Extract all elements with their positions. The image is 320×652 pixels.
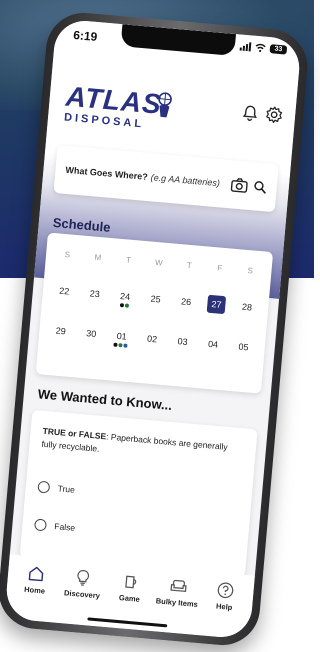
- day-number: 25: [150, 293, 162, 305]
- pickup-dot-green: [118, 343, 124, 348]
- weekday-label: M: [94, 252, 102, 263]
- calendar-day[interactable]: 24: [109, 290, 141, 309]
- quiz-question: TRUE or FALSE: Paperback books are gener…: [41, 425, 244, 469]
- weekday-label: T: [186, 260, 193, 271]
- status-time: 6:19: [72, 27, 98, 45]
- tab-help[interactable]: Help: [200, 579, 249, 639]
- pickup-dot-black: [119, 303, 125, 308]
- couch-icon: [170, 579, 187, 592]
- calendar-week-1: 22 23 24 25 26 27 28: [48, 285, 263, 320]
- quiz-option-label: True: [57, 483, 76, 495]
- pickup-dots: [106, 342, 137, 349]
- day-number: 26: [180, 296, 192, 308]
- pickup-dots: [109, 302, 140, 309]
- day-number: 03: [177, 336, 189, 348]
- calendar-day[interactable]: 05: [227, 341, 259, 360]
- weekday-label: T: [125, 255, 132, 265]
- day-number: 29: [55, 325, 67, 337]
- weekday-label: F: [216, 263, 223, 273]
- quiz-option-label: False: [54, 521, 76, 533]
- calendar-day[interactable]: 22: [48, 285, 80, 304]
- atlas-figure-icon: [158, 92, 172, 118]
- search-label: What Goes Where?: [65, 164, 149, 182]
- help-icon: [217, 582, 234, 599]
- day-number: 02: [146, 333, 158, 345]
- game-icon: [125, 575, 137, 589]
- gear-icon[interactable]: [264, 105, 284, 125]
- calendar-day[interactable]: 26: [170, 295, 202, 314]
- quiz-option-true[interactable]: True: [37, 480, 76, 496]
- quiz-section-title: We Wanted to Know...: [37, 386, 173, 413]
- pickup-dot-blue: [123, 343, 129, 348]
- quiz-card: TRUE or FALSE: Paperback books are gener…: [19, 409, 258, 577]
- calendar-week-2: 29 30 01 02 03 04 05: [45, 325, 260, 360]
- phone-mockup: 6:19 33 ATLAS DISPOSAL What Goes Where? …: [0, 9, 311, 649]
- calendar-day[interactable]: 04: [197, 338, 229, 357]
- weekday-label: S: [247, 266, 254, 276]
- search-placeholder: (e.g AA batteries): [150, 172, 221, 189]
- day-number: 22: [58, 285, 70, 297]
- calendar-day[interactable]: 01: [106, 330, 138, 349]
- camera-icon[interactable]: [230, 177, 248, 193]
- radio-button[interactable]: [33, 518, 47, 532]
- pickup-dot-green: [124, 303, 130, 308]
- day-number: 24: [119, 291, 131, 302]
- day-number: 30: [85, 328, 97, 340]
- tab-label: Home: [23, 584, 46, 596]
- radio-button[interactable]: [37, 480, 51, 494]
- tab-label: Game: [118, 593, 141, 604]
- day-number: 05: [238, 341, 249, 353]
- calendar-day[interactable]: 30: [75, 327, 107, 346]
- weekday-label: W: [154, 257, 163, 268]
- calendar-day-selected[interactable]: 27: [200, 294, 232, 317]
- tab-label: Bulky Items: [155, 596, 199, 609]
- tab-home[interactable]: Home: [10, 563, 59, 623]
- app-screen: 6:19 33 ATLAS DISPOSAL What Goes Where? …: [4, 18, 302, 640]
- atlas-logo: ATLAS DISPOSAL: [63, 81, 177, 139]
- calendar-day[interactable]: 23: [79, 287, 111, 306]
- battery-icon: 33: [269, 44, 288, 55]
- day-number: 28: [241, 301, 253, 313]
- calendar-day[interactable]: 03: [166, 335, 198, 354]
- day-number: 01: [116, 330, 128, 342]
- search-actions: [230, 177, 267, 195]
- weekday-label: S: [64, 250, 71, 260]
- tab-label: Discovery: [63, 588, 101, 601]
- tab-label: Help: [215, 601, 233, 612]
- day-number: 04: [207, 338, 219, 350]
- bell-icon[interactable]: [240, 103, 260, 123]
- calendar-day[interactable]: 29: [45, 325, 77, 344]
- quiz-option-false[interactable]: False: [33, 518, 76, 534]
- home-icon: [28, 566, 44, 582]
- lightbulb-icon: [77, 570, 90, 586]
- calendar-day[interactable]: 02: [136, 333, 168, 352]
- calendar-day[interactable]: 28: [231, 301, 263, 320]
- pickup-dot-black: [113, 342, 119, 347]
- wifi-icon: [255, 43, 266, 53]
- calendar-day[interactable]: 25: [139, 293, 171, 312]
- day-number: 23: [89, 288, 101, 300]
- signal-icon: [239, 42, 252, 52]
- weekday-header: S M T W T F S: [52, 249, 266, 277]
- calendar-card: S M T W T F S 22 23 24 25 26 27 28 29 30…: [35, 232, 274, 394]
- search-icon[interactable]: [253, 180, 267, 194]
- day-number-selected: 27: [206, 294, 227, 315]
